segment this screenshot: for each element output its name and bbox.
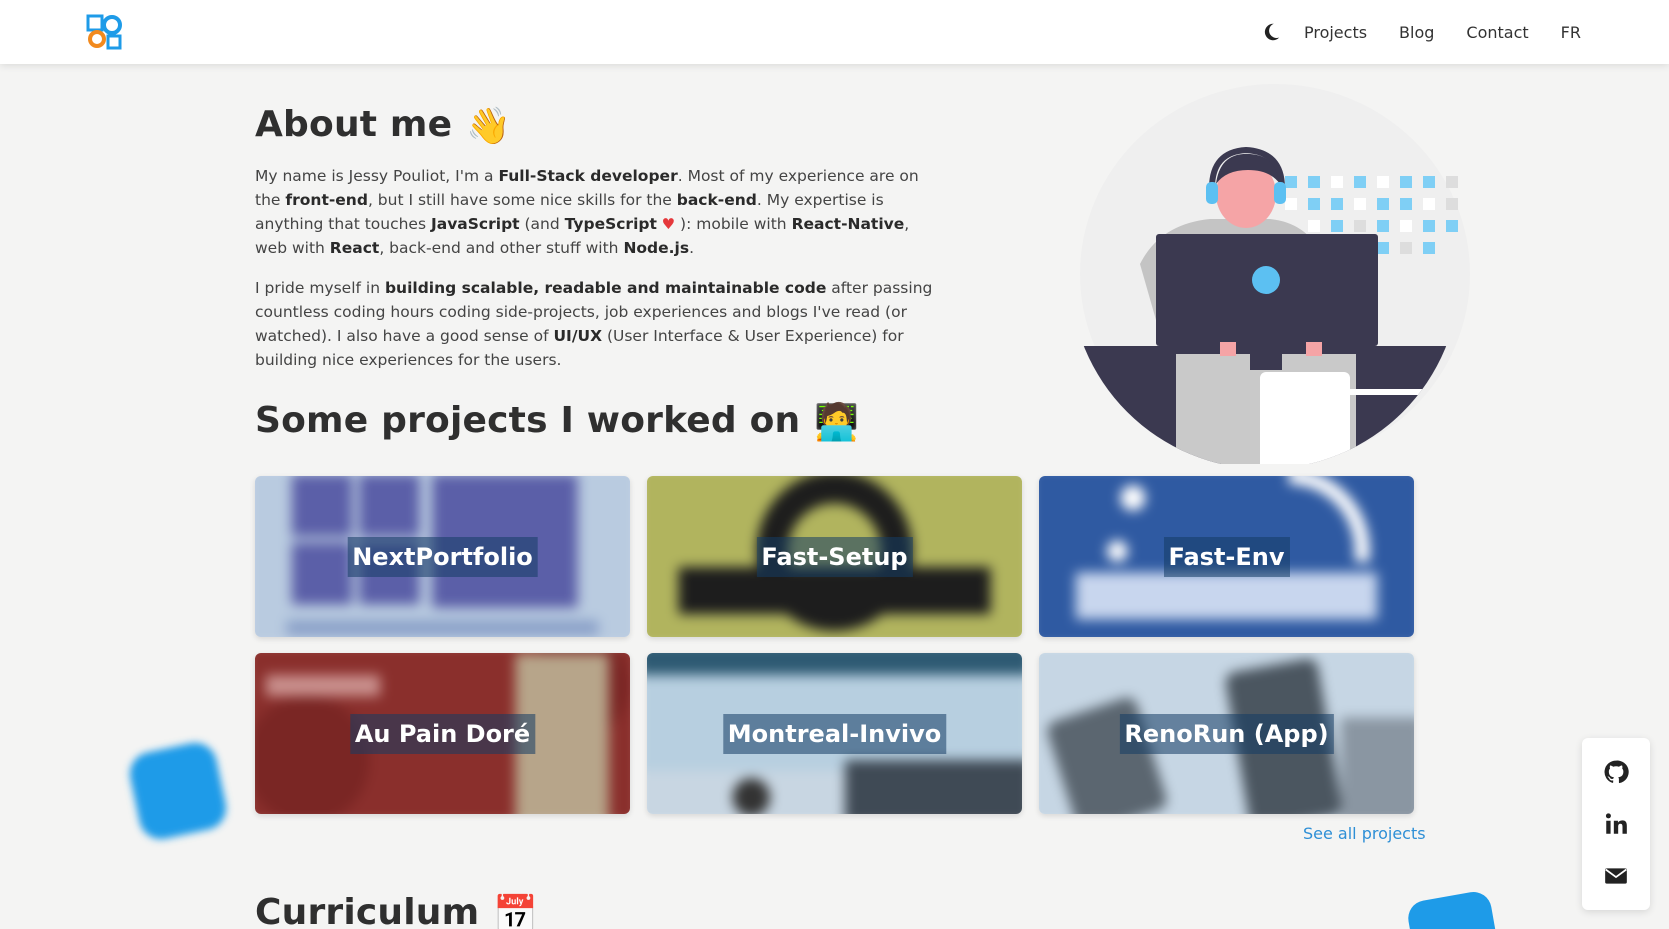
project-card-montreal-invivo[interactable]: Montreal-Invivo [647,653,1022,814]
about-paragraph-2: I pride myself in building scalable, rea… [255,279,933,369]
project-card-title: NextPortfolio [347,536,538,577]
about-title-text: About me [255,104,453,145]
developer-illustration [1080,84,1470,464]
curriculum-title: Curriculum 📅 [255,892,538,929]
about-text: My name is Jessy Pouliot, I'm a Full-Sta… [255,164,945,388]
about-paragraph-1: My name is Jessy Pouliot, I'm a Full-Sta… [255,167,919,257]
curriculum-title-text: Curriculum [255,892,480,929]
see-all-projects-link[interactable]: See all projects [1303,824,1426,843]
calendar-emoji: 📅 [493,894,539,929]
project-card-title: Au Pain Doré [349,713,536,754]
nav-menu: Projects Blog Contact FR [1260,0,1581,64]
projects-title: Some projects I worked on 🧑‍💻 [255,400,859,443]
project-card-fast-setup[interactable]: Fast-Setup [647,476,1022,637]
nav-link-blog[interactable]: Blog [1399,23,1434,42]
project-card-au-pain-dore[interactable]: Au Pain Doré [255,653,630,814]
moon-icon[interactable] [1260,21,1282,43]
linkedin-icon[interactable] [1603,811,1629,837]
project-card-title: Fast-Env [1163,536,1290,577]
github-icon[interactable] [1603,759,1629,785]
mail-icon[interactable] [1603,863,1629,889]
project-card-title: RenoRun (App) [1119,713,1334,754]
nav-link-language[interactable]: FR [1561,23,1581,42]
decorative-blob [1405,889,1499,929]
technologist-emoji: 🧑‍💻 [814,402,860,443]
projects-title-text: Some projects I worked on [255,400,801,441]
nav-link-contact[interactable]: Contact [1466,23,1528,42]
projects-grid: NextPortfolio Fast-Setup Fast-Env Au Pai… [255,476,1415,814]
project-card-renorun[interactable]: RenoRun (App) [1039,653,1414,814]
waving-hand-emoji: 👋 [466,106,512,147]
project-card-nextportfolio[interactable]: NextPortfolio [255,476,630,637]
project-card-title: Fast-Setup [756,536,913,577]
navbar: Projects Blog Contact FR [0,0,1669,64]
project-card-fast-env[interactable]: Fast-Env [1039,476,1414,637]
about-title: About me 👋 [255,104,511,147]
project-card-title: Montreal-Invivo [722,713,947,754]
social-links [1582,738,1650,910]
decorative-blob [125,738,231,844]
nav-link-projects[interactable]: Projects [1304,23,1367,42]
logo-icon[interactable] [86,14,124,50]
